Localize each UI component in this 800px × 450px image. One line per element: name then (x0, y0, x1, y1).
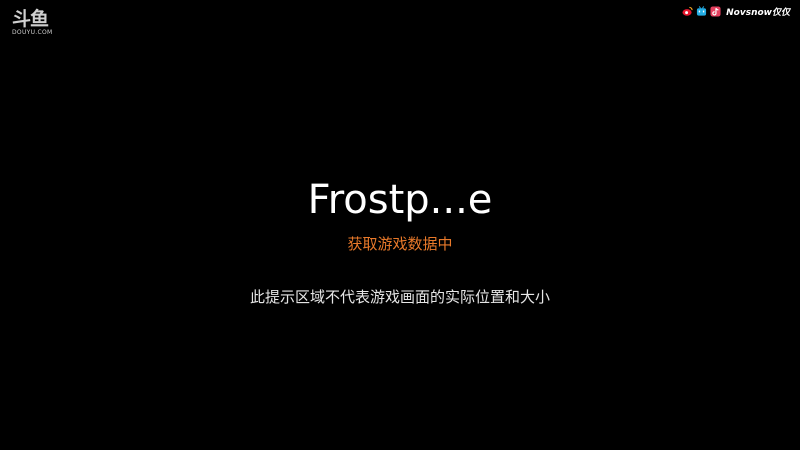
streamer-handle: Novsnow仅仅 (726, 7, 790, 18)
streamer-social-bar: Novsnow仅仅 (682, 4, 790, 18)
notice-text: 此提示区域不代表游戏画面的实际位置和大小 (249, 288, 550, 306)
loading-status: 获取游戏数据中 (347, 235, 453, 253)
game-title: Frostp...e (307, 177, 493, 223)
bilibili-icon (697, 5, 707, 16)
douyu-logo-mark: 斗鱼 (12, 8, 49, 30)
douyu-logo-sub: DOUYU.COM (12, 29, 53, 36)
douyu-logo-icon: 斗鱼 DOUYU.COM (12, 9, 58, 39)
weibo-icon (682, 6, 693, 16)
douyin-icon (710, 5, 721, 17)
stream-screen: 斗鱼 DOUYU.COM Novsnow仅仅 Frostp...e 获取游戏数据… (0, 0, 800, 450)
